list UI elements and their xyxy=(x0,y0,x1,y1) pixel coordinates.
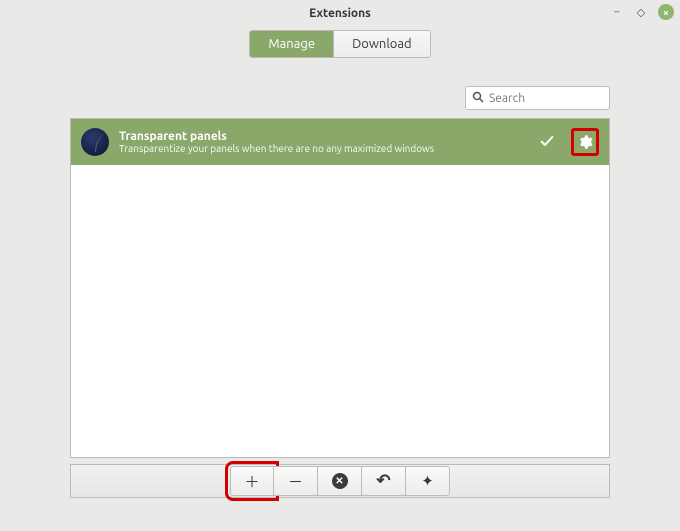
toolbar-group: ＋ － ✕ ↶ ✦ xyxy=(230,466,450,496)
gear-icon xyxy=(577,134,593,150)
enabled-check-icon xyxy=(533,133,561,152)
search-row xyxy=(0,58,680,114)
extension-description: Transparentize your panels when there ar… xyxy=(119,143,523,154)
maximize-button[interactable]: ◇ xyxy=(634,5,648,19)
undo-button[interactable]: ↶ xyxy=(362,466,406,496)
extension-icon xyxy=(81,128,109,156)
promote-button[interactable]: ✦ xyxy=(406,466,450,496)
add-button[interactable]: ＋ xyxy=(230,466,274,496)
delete-icon: ✕ xyxy=(332,473,348,489)
bottom-toolbar: ＋ － ✕ ↶ ✦ xyxy=(70,464,610,498)
window-controls: − ◇ × xyxy=(610,4,674,20)
extension-row[interactable]: Transparent panels Transparentize your p… xyxy=(71,119,609,165)
plus-icon: ＋ xyxy=(244,471,259,492)
window-title: Extensions xyxy=(309,7,371,20)
tab-group: Manage Download xyxy=(249,30,430,58)
close-button[interactable]: × xyxy=(658,4,674,20)
undo-icon: ↶ xyxy=(376,471,390,491)
search-icon xyxy=(472,91,484,106)
titlebar: Extensions − ◇ × xyxy=(0,0,680,26)
search-box[interactable] xyxy=(465,86,610,110)
extension-title: Transparent panels xyxy=(119,130,523,143)
search-input[interactable] xyxy=(489,92,603,105)
remove-button[interactable]: － xyxy=(274,466,318,496)
tab-download[interactable]: Download xyxy=(333,31,430,57)
settings-button[interactable] xyxy=(571,128,599,156)
extension-text: Transparent panels Transparentize your p… xyxy=(119,130,523,154)
delete-button[interactable]: ✕ xyxy=(318,466,362,496)
extensions-list: Transparent panels Transparentize your p… xyxy=(70,118,610,458)
star-icon: ✦ xyxy=(421,472,434,490)
minus-icon: － xyxy=(288,471,303,492)
tab-bar: Manage Download xyxy=(0,30,680,58)
tab-manage[interactable]: Manage xyxy=(250,31,333,57)
minimize-button[interactable]: − xyxy=(610,5,624,19)
